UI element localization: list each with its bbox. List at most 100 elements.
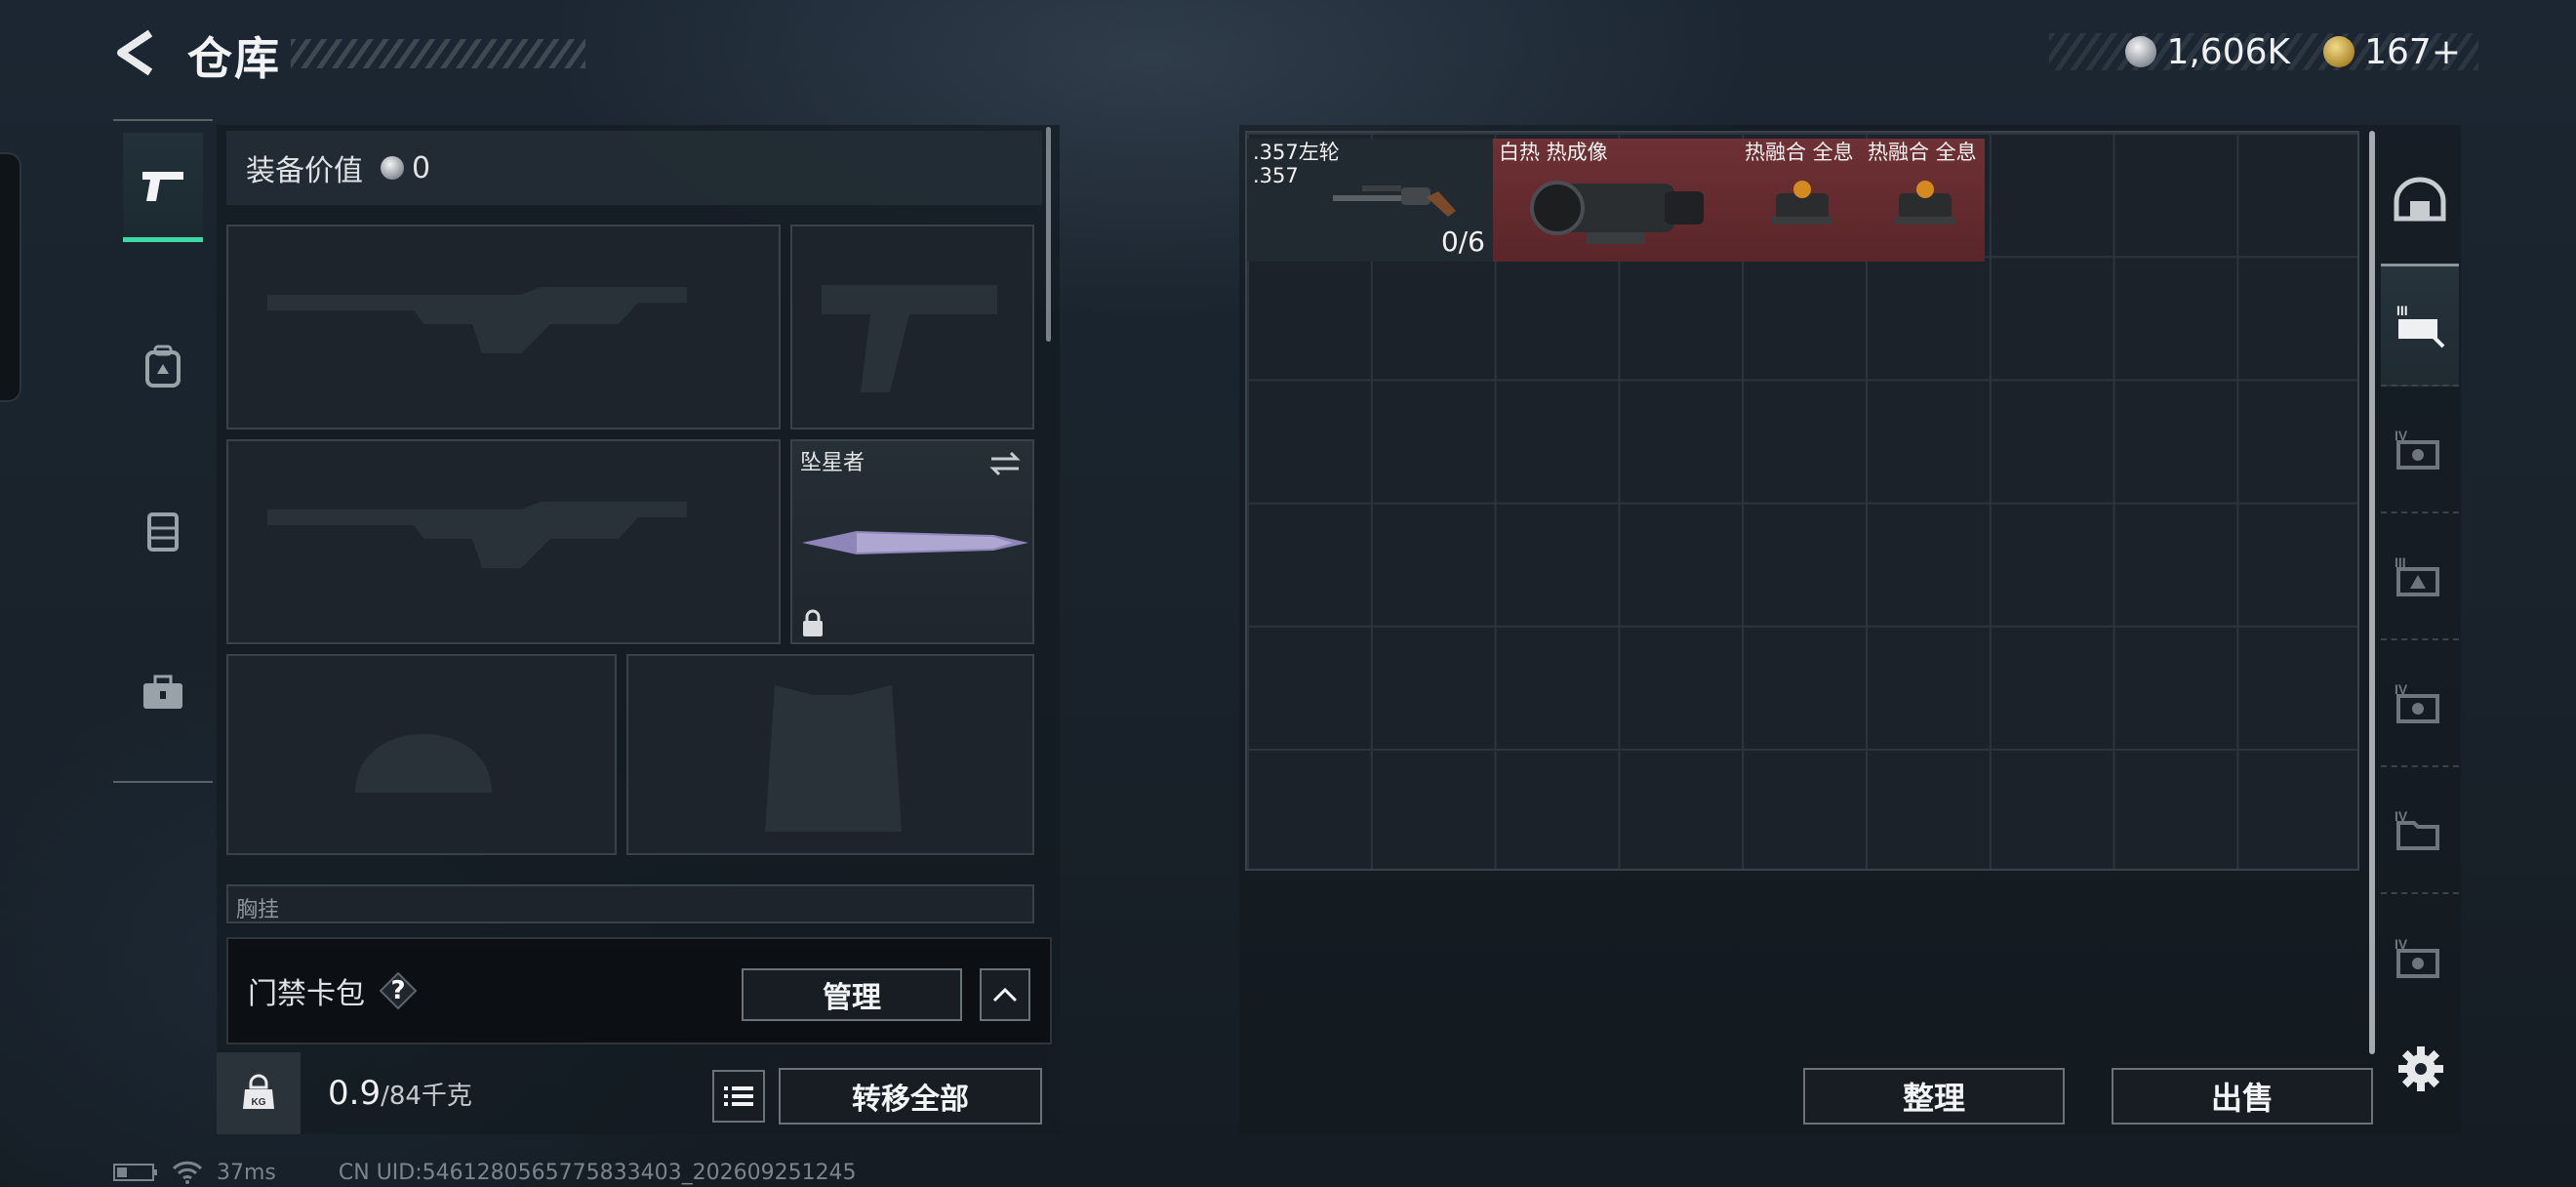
help-icon[interactable]: ? [379,971,418,1010]
silver-amount: 1,606K [2166,31,2291,72]
tab-storage-container-4a[interactable]: IV [2381,390,2459,513]
tab-backpack[interactable] [123,312,203,422]
helmet-slot[interactable] [226,654,617,855]
item-ammo-count: 0/6 [1440,225,1485,258]
holographic-sight-icon [1895,181,1955,225]
svg-text:IV: IV [2395,808,2408,824]
transfer-all-button[interactable]: 转移全部 [779,1068,1042,1125]
tab-chest-rig[interactable] [123,476,203,586]
toolbox-icon [143,675,182,709]
item-name: 白热 热成像 [1499,141,1608,164]
storage-scrollbar[interactable] [2369,131,2375,1054]
melee-name: 坠星者 [800,451,865,475]
currency-bar: 1,606K 167+ [2049,32,2478,72]
tab-toolbox[interactable] [123,638,203,748]
item-holo-sight-1[interactable]: 热融合 全息 [1739,139,1862,262]
keycard-pack-label: 门禁卡包 [248,977,365,1011]
item-name: 热融合 全息 [1868,141,1977,164]
gold-amount: 167+ [2364,31,2461,72]
settings-button[interactable] [2396,1044,2445,1093]
collapse-button[interactable] [980,968,1030,1021]
loadout-scrollbar[interactable] [1046,127,1051,342]
container-tier4-icon: IV [2395,428,2439,470]
rifle-silhouette-icon [267,502,687,568]
rifle-silhouette-icon [267,287,687,353]
melee-slot[interactable]: 坠星者 [790,439,1034,644]
thermal-scope-icon [1530,181,1704,244]
chest-rig-icon [147,512,179,552]
tab-storage-container-4b[interactable]: IV [2381,644,2459,767]
secondary-weapon-slot[interactable] [226,439,781,644]
armor-silhouette-icon [765,685,902,832]
storage-grid[interactable]: .357左轮 .357 0/6 白热 热成像 热融合 全息 热融合 全息 [1245,131,2359,871]
page-title: 仓库 [187,32,281,85]
sidearm-slot[interactable] [790,225,1034,430]
backpack-icon [145,345,181,388]
side-drawer-handle[interactable] [0,152,21,402]
list-icon [724,1086,753,1106]
revolver-icon [1333,185,1456,217]
ping-readout: 37ms [217,1160,276,1185]
equipment-value-amount: 0 [412,150,431,185]
keycard-pack-bar: 门禁卡包 ? 管理 [226,937,1052,1044]
item-name: 热融合 全息 [1745,141,1854,164]
item-revolver[interactable]: .357左轮 .357 0/6 [1247,139,1493,262]
folder-tier4-icon: IV [2395,808,2439,850]
pistol-silhouette-icon [822,285,997,392]
manage-button[interactable]: 管理 [742,968,962,1021]
svg-text:IV: IV [2395,936,2408,952]
holographic-sight-icon [1772,181,1832,225]
helmet-silhouette-icon [355,734,492,793]
svg-text:IV: IV [2395,428,2408,443]
sell-button[interactable]: 出售 [2112,1068,2373,1125]
tab-storage-container-4c[interactable]: IV [2381,898,2459,1021]
help-mark: ? [390,976,406,1005]
battery-icon [113,1164,157,1181]
tab-storage-container-3[interactable]: III [2381,264,2459,387]
svg-text:KG: KG [252,1097,266,1108]
container-tier4-icon: IV [2395,936,2439,978]
sort-button[interactable]: 整理 [1803,1068,2065,1125]
chevron-up-icon [992,987,1018,1003]
armor-slot[interactable] [626,654,1034,855]
uid-readout: CN UID:5461280565775833403_202609251245 [338,1160,857,1185]
container-tier3-icon: III [2395,554,2439,596]
lock-icon [803,609,823,636]
silver-coin-icon [2125,36,2157,67]
swap-icon[interactable] [987,449,1023,478]
storage-panel: .357左轮 .357 0/6 白热 热成像 热融合 全息 热融合 全息 整理 … [1239,125,2461,1134]
primary-weapon-slot[interactable] [226,225,781,430]
item-thermal-scope[interactable]: 白热 热成像 [1493,139,1739,262]
item-name: .357左轮 .357 [1253,141,1340,187]
pistol-icon [142,171,183,201]
svg-text:IV: IV [2395,681,2408,697]
weight-bar: KG 0.9/84千克 转移全部 [217,1052,1060,1134]
weight-max: /84千克 [381,1082,472,1111]
weight-current: 0.9 [328,1074,382,1113]
tab-storage-helmet[interactable] [2381,139,2459,262]
tab-weapons[interactable] [123,133,203,242]
tab-storage-folder-4[interactable]: IV [2381,771,2459,894]
storage-category-rail: III IV III IV IV IV [2381,127,2459,1005]
list-view-button[interactable] [712,1070,765,1123]
gold-currency[interactable]: 167+ [2323,32,2461,72]
equipment-value-label: 装备价值 [246,154,363,188]
chest-rig-slot[interactable]: 胸挂 [226,884,1034,923]
helmet-icon [2394,177,2446,222]
chest-rig-label: 胸挂 [236,898,280,922]
container-tier3-icon: III [2396,303,2445,348]
back-button[interactable] [109,25,164,80]
tab-storage-container-3b[interactable]: III [2381,517,2459,640]
item-holo-sight-2[interactable]: 热融合 全息 [1862,139,1985,262]
knife-icon [802,531,1028,554]
silver-currency: 1,606K [2125,32,2290,72]
silver-coin-icon [381,156,404,180]
container-tier4-icon: IV [2395,681,2439,723]
wifi-icon [172,1161,203,1184]
weight-icon-box: KG [217,1052,301,1134]
weight-readout: 0.9/84千克 [328,1074,472,1113]
kettlebell-icon: KG [243,1074,274,1109]
title-decoration [291,39,585,68]
svg-text:III: III [2395,554,2406,570]
status-bar: 37ms CN UID:5461280565775833403_20260925… [113,1160,857,1185]
